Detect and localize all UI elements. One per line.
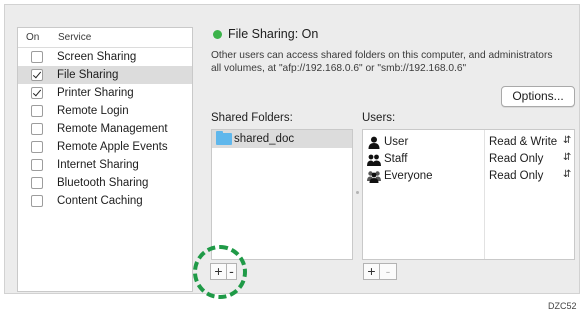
description-line: Other users can access shared folders on… xyxy=(211,50,553,61)
service-row-content-caching[interactable]: Content Caching xyxy=(18,192,192,210)
user-name: Everyone xyxy=(384,170,433,182)
column-header-service: Service xyxy=(58,32,92,43)
service-list: On Service Screen Sharing File Sharing P… xyxy=(17,27,193,292)
add-user-button[interactable]: + xyxy=(363,263,380,280)
service-row-file-sharing[interactable]: File Sharing xyxy=(18,66,192,84)
service-row-internet-sharing[interactable]: Internet Sharing xyxy=(18,156,192,174)
pane-splitter-handle[interactable] xyxy=(356,191,359,194)
service-checkbox[interactable] xyxy=(31,159,43,171)
remove-user-button[interactable]: - xyxy=(380,263,397,280)
service-checkbox[interactable] xyxy=(31,105,43,117)
service-checkbox[interactable] xyxy=(31,123,43,135)
shared-folder-name: shared_doc xyxy=(234,133,295,145)
permission-select[interactable]: Read Only xyxy=(489,170,543,182)
service-label: File Sharing xyxy=(57,69,119,81)
service-row-remote-apple-events[interactable]: Remote Apple Events xyxy=(18,138,192,156)
service-label: Bluetooth Sharing xyxy=(57,177,149,189)
sharing-status-title: File Sharing: On xyxy=(228,27,319,41)
service-row-remote-management[interactable]: Remote Management xyxy=(18,120,192,138)
description-line: all volumes, at "afp://192.168.0.6" or "… xyxy=(211,63,467,74)
users-label: Users: xyxy=(362,112,396,124)
service-checkbox[interactable] xyxy=(31,195,43,207)
service-checkbox[interactable] xyxy=(31,51,43,63)
options-button[interactable]: Options... xyxy=(501,86,575,107)
service-checkbox[interactable] xyxy=(31,141,43,153)
service-row-remote-login[interactable]: Remote Login xyxy=(18,102,192,120)
shared-folder-item[interactable]: shared_doc xyxy=(212,130,352,148)
figure-code: DZC52 xyxy=(548,301,577,311)
user-name: Staff xyxy=(384,153,408,165)
service-label: Screen Sharing xyxy=(57,51,137,63)
service-label: Internet Sharing xyxy=(57,159,139,171)
service-checkbox[interactable] xyxy=(31,177,43,189)
updown-arrows-icon[interactable]: ⇵ xyxy=(563,135,571,146)
user-row-user[interactable]: User Read & Write ⇵ xyxy=(363,135,574,152)
service-label: Printer Sharing xyxy=(57,87,134,99)
service-label: Content Caching xyxy=(57,195,143,207)
users-list: User Read & Write ⇵ Staff Read Only ⇵ Ev… xyxy=(362,129,575,260)
group-user-icon xyxy=(367,154,381,166)
sharing-description: Other users can access shared folders on… xyxy=(211,49,579,75)
service-label: Remote Management xyxy=(57,123,168,135)
shared-folders-label: Shared Folders: xyxy=(211,112,293,124)
updown-arrows-icon[interactable]: ⇵ xyxy=(563,169,571,180)
permission-select[interactable]: Read & Write xyxy=(489,136,557,148)
updown-arrows-icon[interactable]: ⇵ xyxy=(563,152,571,163)
status-indicator-icon xyxy=(213,30,222,39)
single-user-icon xyxy=(368,136,380,149)
folder-icon xyxy=(216,131,232,145)
service-row-printer-sharing[interactable]: Printer Sharing xyxy=(18,84,192,102)
permission-select[interactable]: Read Only xyxy=(489,153,543,165)
service-row-screen-sharing[interactable]: Screen Sharing xyxy=(18,48,192,66)
service-label: Remote Login xyxy=(57,105,129,117)
service-checkbox[interactable] xyxy=(31,87,43,99)
user-name: User xyxy=(384,136,409,148)
users-add-remove: + - xyxy=(363,263,397,280)
user-row-everyone[interactable]: Everyone Read Only ⇵ xyxy=(363,169,574,186)
user-row-staff[interactable]: Staff Read Only ⇵ xyxy=(363,152,574,169)
service-checkbox[interactable] xyxy=(31,69,43,81)
column-header-on: On xyxy=(26,32,40,43)
service-list-header: On Service xyxy=(18,28,192,48)
callout-highlight-circle xyxy=(193,245,247,299)
service-row-bluetooth-sharing[interactable]: Bluetooth Sharing xyxy=(18,174,192,192)
service-label: Remote Apple Events xyxy=(57,141,168,153)
everyone-users-icon xyxy=(367,171,381,183)
shared-folders-list: shared_doc xyxy=(211,129,353,260)
